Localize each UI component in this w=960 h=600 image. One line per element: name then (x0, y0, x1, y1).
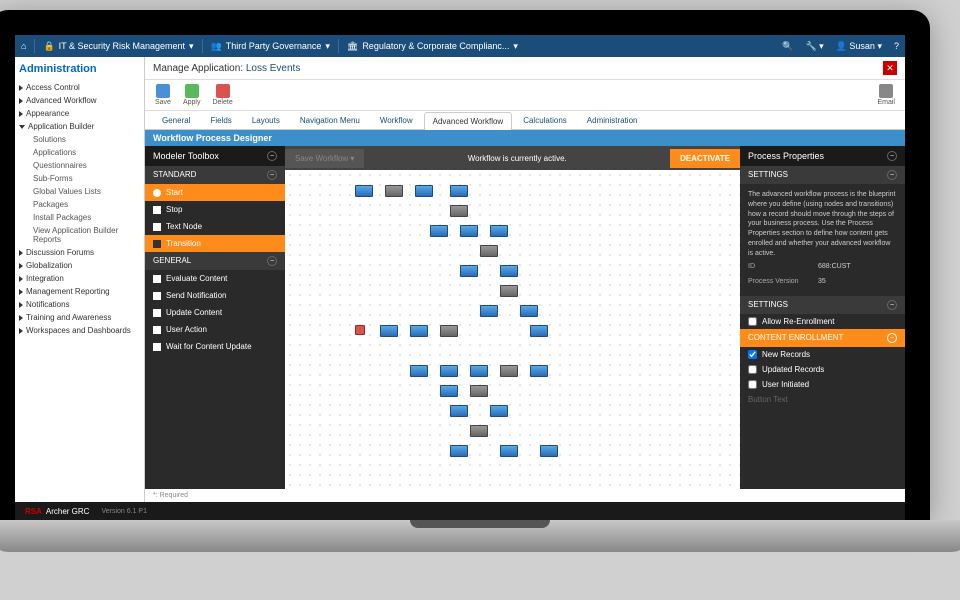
tab-workflow[interactable]: Workflow (371, 111, 422, 129)
nav-integration[interactable]: Integration (19, 272, 140, 285)
collapse-icon[interactable]: − (267, 170, 277, 180)
nav-solutions[interactable]: Solutions (19, 133, 140, 146)
app-footer: RSA Archer GRC Version 6.1 P1 (15, 502, 905, 520)
collapse-icon[interactable]: − (267, 151, 277, 161)
tool-start[interactable]: Start (145, 184, 285, 201)
tool-wait[interactable]: Wait for Content Update (145, 338, 285, 355)
process-properties-panel: Process Properties− SETTINGS− The advanc… (740, 146, 905, 489)
save-button[interactable]: Save (155, 84, 171, 106)
collapse-icon[interactable]: − (887, 300, 897, 310)
tool-stop[interactable]: Stop (145, 201, 285, 218)
tab-administration[interactable]: Administration (578, 111, 647, 129)
nav-advanced-workflow[interactable]: Advanced Workflow (19, 94, 140, 107)
deactivate-button[interactable]: DEACTIVATE (670, 149, 740, 168)
tab-bar: General Fields Layouts Navigation Menu W… (145, 111, 905, 130)
nav-mgmt-reporting[interactable]: Management Reporting (19, 285, 140, 298)
nav-access-control[interactable]: Access Control (19, 81, 140, 94)
process-id: 688:CUST (818, 262, 851, 272)
nav-it-security[interactable]: 🔒 IT & Security Risk Management ▾ (43, 41, 193, 52)
user-initiated-checkbox[interactable] (748, 380, 757, 389)
search-icon[interactable]: 🔍 (782, 41, 793, 52)
collapse-icon[interactable]: − (887, 151, 897, 161)
tab-fields[interactable]: Fields (201, 111, 240, 129)
tab-layouts[interactable]: Layouts (243, 111, 289, 129)
help-icon[interactable]: ? (894, 41, 899, 51)
nav-install-packages[interactable]: Install Packages (19, 211, 140, 224)
page-title: Manage Application: Loss Events (153, 63, 300, 74)
workflow-canvas[interactable] (285, 170, 740, 489)
nav-questionnaires[interactable]: Questionnaires (19, 159, 140, 172)
tab-nav-menu[interactable]: Navigation Menu (291, 111, 369, 129)
email-button[interactable]: Email (877, 84, 895, 106)
apply-button[interactable]: Apply (183, 84, 201, 106)
section-title: Workflow Process Designer (145, 130, 905, 146)
tool-user-action[interactable]: User Action (145, 321, 285, 338)
tool-evaluate[interactable]: Evaluate Content (145, 270, 285, 287)
delete-button[interactable]: Delete (212, 84, 232, 106)
tool-text-node[interactable]: Text Node (145, 218, 285, 235)
tab-general[interactable]: General (153, 111, 199, 129)
collapse-icon[interactable]: − (267, 256, 277, 266)
updated-records-checkbox[interactable] (748, 365, 757, 374)
home-icon[interactable]: ⌂ (21, 41, 26, 51)
nav-subforms[interactable]: Sub-Forms (19, 172, 140, 185)
save-workflow-button: Save Workflow ▾ (285, 149, 364, 168)
tab-calculations[interactable]: Calculations (514, 111, 576, 129)
process-version: 35 (818, 277, 826, 287)
nav-forums[interactable]: Discussion Forums (19, 246, 140, 259)
tool-send-notif[interactable]: Send Notification (145, 287, 285, 304)
sidebar-title: Administration (19, 63, 140, 75)
canvas-toolbar: Save Workflow ▾ Workflow is currently ac… (285, 146, 740, 170)
top-navigation: ⌂ 🔒 IT & Security Risk Management ▾ 👥 Th… (15, 35, 905, 57)
required-note: *: Required (145, 489, 905, 502)
settings-description: The advanced workflow process is the blu… (748, 190, 897, 259)
tool-transition[interactable]: Transition (145, 235, 285, 252)
tab-advanced-workflow[interactable]: Advanced Workflow (424, 112, 513, 130)
admin-sidebar: Administration Access Control Advanced W… (15, 57, 145, 502)
nav-applications[interactable]: Applications (19, 146, 140, 159)
nav-view-reports[interactable]: View Application Builder Reports (19, 224, 140, 246)
nav-third-party[interactable]: 👥 Third Party Governance ▾ (211, 41, 330, 52)
nav-training[interactable]: Training and Awareness (19, 311, 140, 324)
new-records-checkbox[interactable] (748, 350, 757, 359)
modeler-toolbox: Modeler Toolbox− STANDARD− Start Stop Te… (145, 146, 285, 489)
workflow-status: Workflow is currently active. (364, 154, 670, 163)
tool-update[interactable]: Update Content (145, 304, 285, 321)
tools-icon[interactable]: 🔧 ▾ (805, 41, 823, 52)
user-menu[interactable]: 👤 Susan ▾ (836, 41, 882, 52)
nav-app-builder[interactable]: Application Builder (19, 120, 140, 133)
nav-notifications[interactable]: Notifications (19, 298, 140, 311)
close-button[interactable]: ✕ (883, 61, 897, 75)
nav-packages[interactable]: Packages (19, 198, 140, 211)
collapse-icon[interactable]: − (887, 333, 897, 343)
allow-re-enrollment-checkbox[interactable] (748, 317, 757, 326)
nav-appearance[interactable]: Appearance (19, 107, 140, 120)
nav-global-values[interactable]: Global Values Lists (19, 185, 140, 198)
action-toolbar: Save Apply Delete Email (145, 80, 905, 111)
nav-regulatory[interactable]: 🏛 Regulatory & Corporate Complianc... ▾ (347, 41, 518, 52)
nav-workspaces[interactable]: Workspaces and Dashboards (19, 324, 140, 337)
collapse-icon[interactable]: − (887, 170, 897, 180)
nav-globalization[interactable]: Globalization (19, 259, 140, 272)
